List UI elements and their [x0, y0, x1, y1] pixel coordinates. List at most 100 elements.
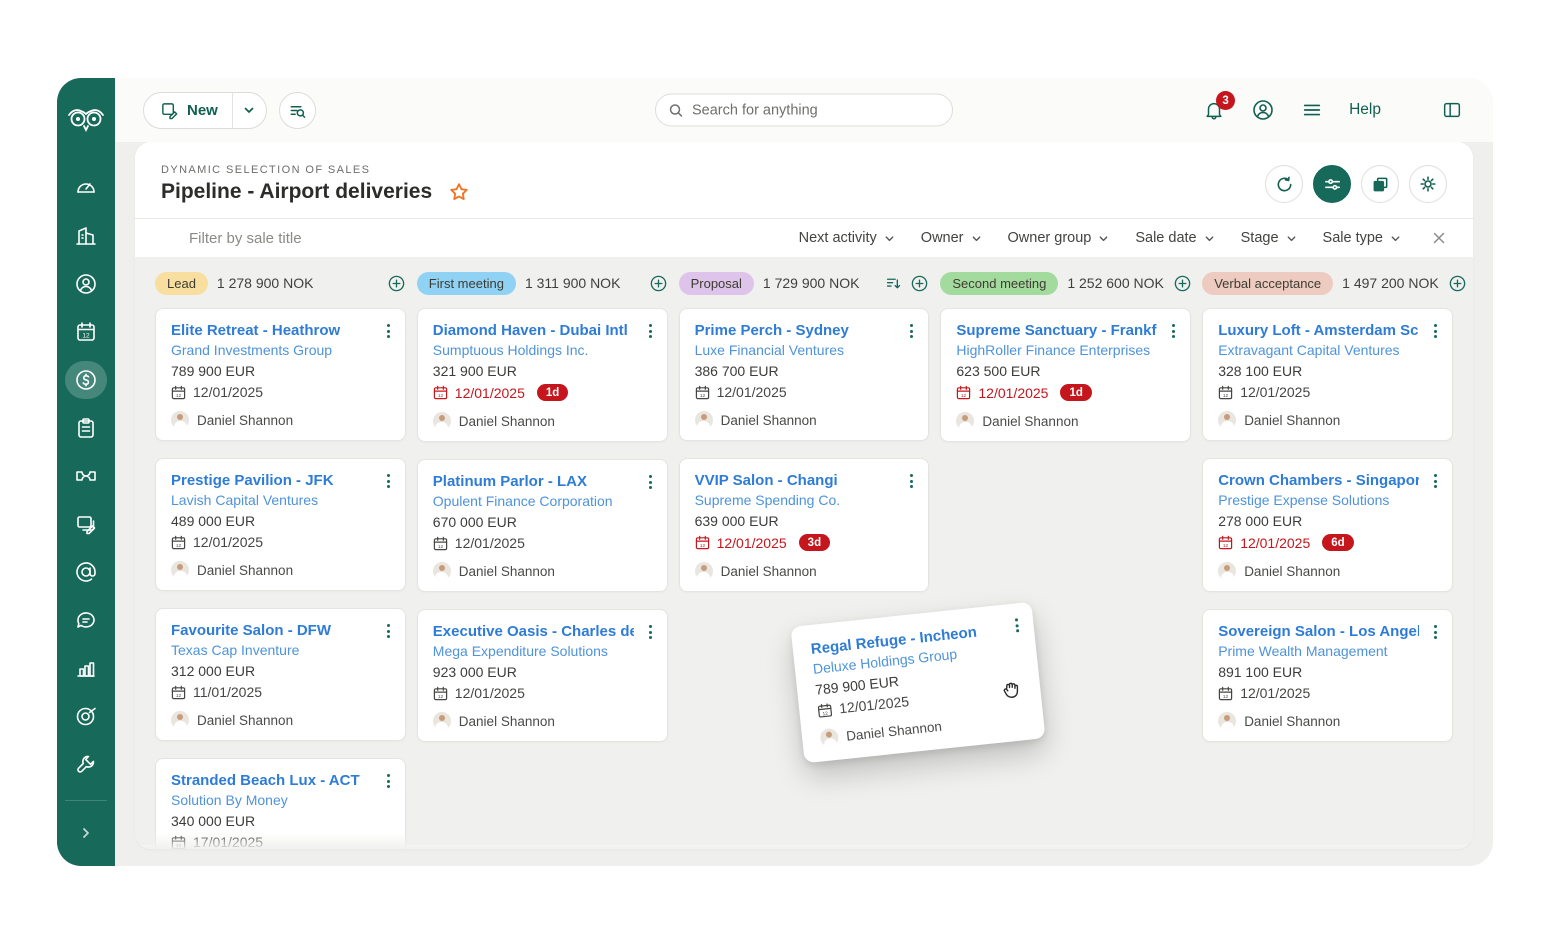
clear-filters-button[interactable] — [1431, 230, 1447, 246]
card-title[interactable]: VVIP Salon - Changi — [695, 472, 896, 489]
help-link[interactable]: Help — [1349, 101, 1381, 119]
card-menu-button[interactable] — [1431, 321, 1440, 341]
notifications-button[interactable]: 3 — [1203, 99, 1225, 121]
sidebar-item-mailings[interactable] — [64, 548, 108, 596]
sale-card[interactable]: Diamond Haven - Dubai Intl Sumptuous Hol… — [417, 308, 668, 442]
card-title[interactable]: Stranded Beach Lux - ACT — [171, 772, 372, 789]
add-sale-icon[interactable] — [387, 274, 406, 293]
owner-avatar — [1218, 411, 1236, 429]
card-title[interactable]: Elite Retreat - Heathrow — [171, 322, 372, 339]
sale-card[interactable]: Executive Oasis - Charles de.. Mega Expe… — [417, 609, 668, 742]
sidebar-item-chat[interactable] — [64, 596, 108, 644]
search-input[interactable] — [692, 102, 940, 118]
sale-card[interactable]: Crown Chambers - Singapore... Prestige E… — [1202, 458, 1453, 592]
add-sale-icon[interactable] — [1448, 274, 1467, 293]
filter-title-input[interactable]: Filter by sale title — [189, 230, 302, 247]
sidebar-item-diary[interactable]: 12 — [64, 308, 108, 356]
card-company[interactable]: Texas Cap Inventure — [171, 642, 390, 658]
sidebar-item-sales[interactable] — [64, 356, 108, 404]
sale-card[interactable]: Stranded Beach Lux - ACT Solution By Mon… — [155, 758, 406, 849]
sale-card[interactable]: Luxury Loft - Amsterdam Sc... Extravagan… — [1202, 308, 1453, 441]
card-title[interactable]: Crown Chambers - Singapore... — [1218, 472, 1419, 489]
card-company[interactable]: Luxe Financial Ventures — [695, 342, 914, 358]
settings-button[interactable] — [1409, 165, 1447, 203]
card-company[interactable]: Opulent Finance Corporation — [433, 493, 652, 509]
owner-avatar — [433, 562, 451, 580]
card-menu-button[interactable] — [907, 471, 916, 491]
dropdown-owner[interactable]: Owner — [921, 230, 982, 246]
card-menu-button[interactable] — [384, 621, 393, 641]
card-title[interactable]: Executive Oasis - Charles de.. — [433, 623, 634, 640]
sidebar-item-admin[interactable] — [64, 740, 108, 788]
view-settings-button[interactable] — [1313, 165, 1351, 203]
card-menu-button[interactable] — [384, 471, 393, 491]
dropdown-next-activity[interactable]: Next activity — [799, 230, 895, 246]
sale-card[interactable]: Platinum Parlor - LAX Opulent Finance Co… — [417, 459, 668, 592]
side-panel-toggle-button[interactable] — [1441, 99, 1463, 121]
sidebar-item-companies[interactable] — [64, 212, 108, 260]
card-title[interactable]: Favourite Salon - DFW — [171, 622, 372, 639]
add-sale-icon[interactable] — [1173, 274, 1192, 293]
sidebar-item-contacts[interactable] — [64, 260, 108, 308]
card-company[interactable]: Prestige Expense Solutions — [1218, 492, 1437, 508]
card-title[interactable]: Supreme Sanctuary - Frankfurt... — [956, 322, 1157, 339]
card-menu-button[interactable] — [646, 622, 655, 642]
card-title[interactable]: Platinum Parlor - LAX — [433, 473, 634, 490]
sidebar-item-selections[interactable] — [64, 500, 108, 548]
card-title[interactable]: Diamond Haven - Dubai Intl — [433, 322, 634, 339]
sidebar-item-dashboard[interactable] — [64, 164, 108, 212]
card-company[interactable]: Extravagant Capital Ventures — [1218, 342, 1437, 358]
sort-descending-icon[interactable] — [885, 275, 902, 292]
sidebar-expand[interactable] — [57, 800, 115, 866]
card-menu-button[interactable] — [646, 472, 655, 492]
card-menu-button[interactable] — [907, 321, 916, 341]
dropdown-owner-group[interactable]: Owner group — [1008, 230, 1110, 246]
card-company[interactable]: Sumptuous Holdings Inc. — [433, 342, 652, 358]
new-button[interactable]: New — [144, 93, 232, 128]
sale-card[interactable]: Supreme Sanctuary - Frankfurt... HighRol… — [940, 308, 1191, 442]
card-company[interactable]: Prime Wealth Management — [1218, 643, 1437, 659]
sale-card[interactable]: Elite Retreat - Heathrow Grand Investmen… — [155, 308, 406, 441]
card-company[interactable]: Mega Expenditure Solutions — [433, 643, 652, 659]
menu-button[interactable] — [1301, 99, 1323, 121]
card-menu-button[interactable] — [384, 321, 393, 341]
sidebar-item-projects[interactable] — [64, 404, 108, 452]
layout-button[interactable] — [1361, 165, 1399, 203]
sale-card[interactable]: Prime Perch - Sydney Luxe Financial Vent… — [679, 308, 930, 441]
dropdown-sale-date[interactable]: Sale date — [1135, 230, 1214, 246]
card-company[interactable]: Lavish Capital Ventures — [171, 492, 390, 508]
card-title[interactable]: Prime Perch - Sydney — [695, 322, 896, 339]
card-menu-button[interactable] — [646, 321, 655, 341]
new-button-label: New — [187, 102, 218, 119]
card-company[interactable]: Solution By Money — [171, 792, 390, 808]
card-menu-button[interactable] — [1431, 622, 1440, 642]
card-company[interactable]: Supreme Spending Co. — [695, 492, 914, 508]
card-menu-button[interactable] — [384, 771, 393, 791]
card-company[interactable]: Grand Investments Group — [171, 342, 390, 358]
add-sale-icon[interactable] — [910, 274, 929, 293]
new-button-caret[interactable] — [232, 93, 266, 128]
sale-card[interactable]: Prestige Pavilion - JFK Lavish Capital V… — [155, 458, 406, 591]
card-menu-button[interactable] — [1169, 321, 1178, 341]
refresh-button[interactable] — [1265, 165, 1303, 203]
card-menu-button[interactable] — [1431, 471, 1440, 491]
card-menu-button[interactable] — [1012, 615, 1023, 636]
card-title[interactable]: Prestige Pavilion - JFK — [171, 472, 372, 489]
card-title[interactable]: Sovereign Salon - Los Angele... — [1218, 623, 1419, 640]
card-title[interactable]: Luxury Loft - Amsterdam Sc... — [1218, 322, 1419, 339]
add-sale-icon[interactable] — [649, 274, 668, 293]
sidebar-item-targets[interactable] — [64, 692, 108, 740]
dragged-sale-card[interactable]: Regal Refuge - Incheon Deluxe Holdings G… — [791, 602, 1046, 764]
global-search[interactable] — [655, 94, 953, 127]
sidebar-item-reports[interactable] — [64, 644, 108, 692]
sale-card[interactable]: Favourite Salon - DFW Texas Cap Inventur… — [155, 608, 406, 741]
profile-button[interactable] — [1251, 98, 1275, 122]
favorite-star-icon[interactable] — [448, 181, 470, 203]
dropdown-sale-type[interactable]: Sale type — [1323, 230, 1401, 246]
dropdown-stage[interactable]: Stage — [1241, 230, 1297, 246]
sale-card[interactable]: VVIP Salon - Changi Supreme Spending Co.… — [679, 458, 930, 592]
card-company[interactable]: HighRoller Finance Enterprises — [956, 342, 1175, 358]
sidebar-item-tickets[interactable] — [64, 452, 108, 500]
find-selection-button[interactable] — [279, 92, 316, 129]
sale-card[interactable]: Sovereign Salon - Los Angele... Prime We… — [1202, 609, 1453, 742]
